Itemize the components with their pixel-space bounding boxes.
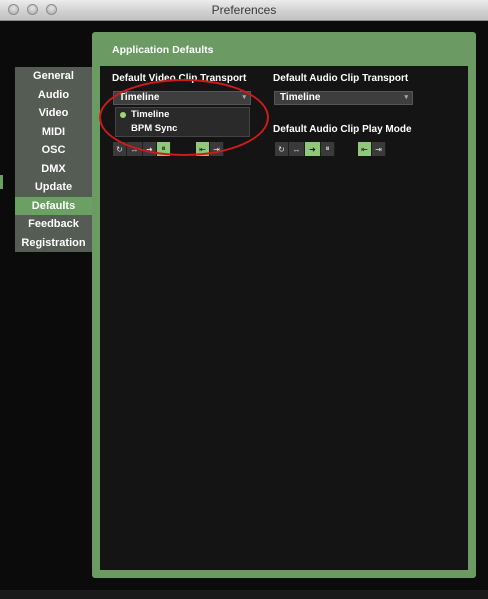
annotation-circle [99, 79, 269, 156]
audio-frame-buttons: ⇤ ⇥ [358, 142, 386, 156]
sidebar-item-midi[interactable]: MIDI [15, 123, 92, 142]
sidebar-item-video[interactable]: Video [15, 104, 92, 123]
loop-icon[interactable]: ↻ [275, 142, 289, 156]
audio-transport-label: Default Audio Clip Transport [273, 73, 409, 84]
preferences-window: Preferences General Audio Video MIDI OSC… [0, 0, 488, 599]
sidebar-item-update[interactable]: Update [15, 178, 92, 197]
audio-play-mode-label: Default Audio Clip Play Mode [273, 124, 412, 135]
sidebar-item-registration[interactable]: Registration [15, 234, 92, 253]
bottom-strip [0, 590, 488, 599]
preferences-sidebar: General Audio Video MIDI OSC DMX Update … [15, 67, 92, 252]
panel-title: Application Defaults [112, 44, 214, 56]
last-frame-icon[interactable]: ⇥ [372, 142, 386, 156]
audio-transport-select[interactable]: Timeline ▾ [274, 91, 413, 105]
left-edge-accent [0, 175, 3, 189]
title-bar: Preferences [0, 0, 488, 21]
chevron-down-icon: ▾ [404, 94, 408, 101]
window-title: Preferences [211, 3, 277, 17]
audio-transport-value: Timeline [280, 92, 321, 103]
pause-icon[interactable]: ⏸ [321, 142, 335, 156]
sidebar-item-osc[interactable]: OSC [15, 141, 92, 160]
sidebar-item-general[interactable]: General [15, 67, 92, 86]
sidebar-item-audio[interactable]: Audio [15, 86, 92, 105]
sidebar-item-dmx[interactable]: DMX [15, 160, 92, 179]
first-frame-icon[interactable]: ⇤ [358, 142, 372, 156]
bounce-icon[interactable]: ↔ [289, 142, 305, 156]
sidebar-item-feedback[interactable]: Feedback [15, 215, 92, 234]
audio-play-mode-buttons: ↻ ↔ ➜ ⏸ [275, 142, 335, 156]
sidebar-item-defaults[interactable]: Defaults [15, 196, 92, 215]
forward-icon[interactable]: ➜ [305, 142, 321, 156]
